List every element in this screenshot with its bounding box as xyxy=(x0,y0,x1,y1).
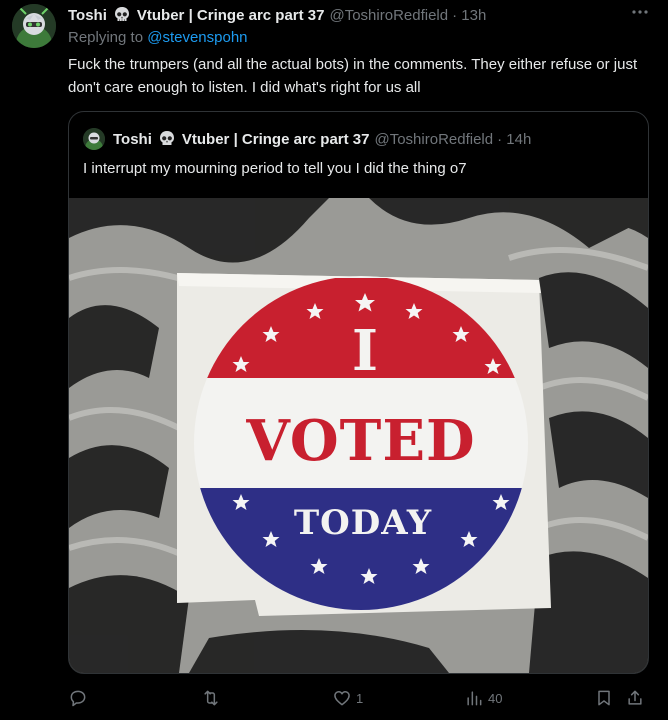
retweet-icon xyxy=(204,690,218,706)
quote-author-name: Toshi xyxy=(113,130,152,148)
bookmark-button[interactable] xyxy=(594,688,614,708)
author-name[interactable]: Toshi xyxy=(68,7,107,24)
like-count: 1 xyxy=(356,690,364,706)
action-bar: 1 40 xyxy=(68,688,649,712)
bookmark-icon xyxy=(598,690,610,706)
quote-photo[interactable]: I VOTED TODAY xyxy=(69,198,648,673)
author-avatar[interactable] xyxy=(12,4,56,48)
quoted-tweet[interactable]: Toshi Vtuber | Cringe arc part 37 @Toshi… xyxy=(68,111,649,674)
quote-header: Toshi Vtuber | Cringe arc part 37 @Toshi… xyxy=(83,128,531,150)
share-icon xyxy=(628,690,642,705)
replying-to: Replying to @stevenspohn xyxy=(68,29,248,46)
more-icon[interactable] xyxy=(630,2,650,27)
sticker-text-voted: VOTED xyxy=(245,408,475,474)
voted-sticker-photo: I VOTED TODAY xyxy=(69,198,648,673)
share-button[interactable] xyxy=(625,688,645,708)
replying-prefix: Replying to xyxy=(68,29,144,46)
tweet-time[interactable]: · 13h xyxy=(452,7,486,24)
like-icon xyxy=(334,691,350,706)
reply-icon xyxy=(70,690,86,707)
view-count: 40 xyxy=(488,690,503,706)
tweet-text: Fuck the trumpers (and all the actual bo… xyxy=(68,56,638,96)
skull-icon xyxy=(158,130,176,148)
quote-avatar xyxy=(83,128,105,150)
retweet-button[interactable] xyxy=(201,688,225,708)
tweet-header: Toshi Vtuber | Cringe arc part 37 @Toshi… xyxy=(68,4,656,26)
author-handle[interactable]: @ToshiroRedfield xyxy=(329,7,448,24)
author-name-suffix[interactable]: Vtuber | Cringe arc part 37 xyxy=(137,7,325,24)
quote-time: · 14h xyxy=(497,130,532,148)
quote-text: I interrupt my mourning period to tell y… xyxy=(83,160,467,177)
skull-icon xyxy=(113,6,131,24)
quote-author-handle: @ToshiroRedfield xyxy=(374,130,494,148)
quote-author-name-suffix: Vtuber | Cringe arc part 37 xyxy=(181,130,370,148)
replying-to-link[interactable]: @stevenspohn xyxy=(147,29,247,46)
like-button[interactable]: 1 xyxy=(332,688,363,708)
views-icon xyxy=(467,691,482,706)
sticker-text-today: TODAY xyxy=(294,503,432,543)
sticker-text-i: I xyxy=(352,318,378,384)
reply-button[interactable] xyxy=(68,688,92,708)
views-button[interactable]: 40 xyxy=(464,688,502,708)
